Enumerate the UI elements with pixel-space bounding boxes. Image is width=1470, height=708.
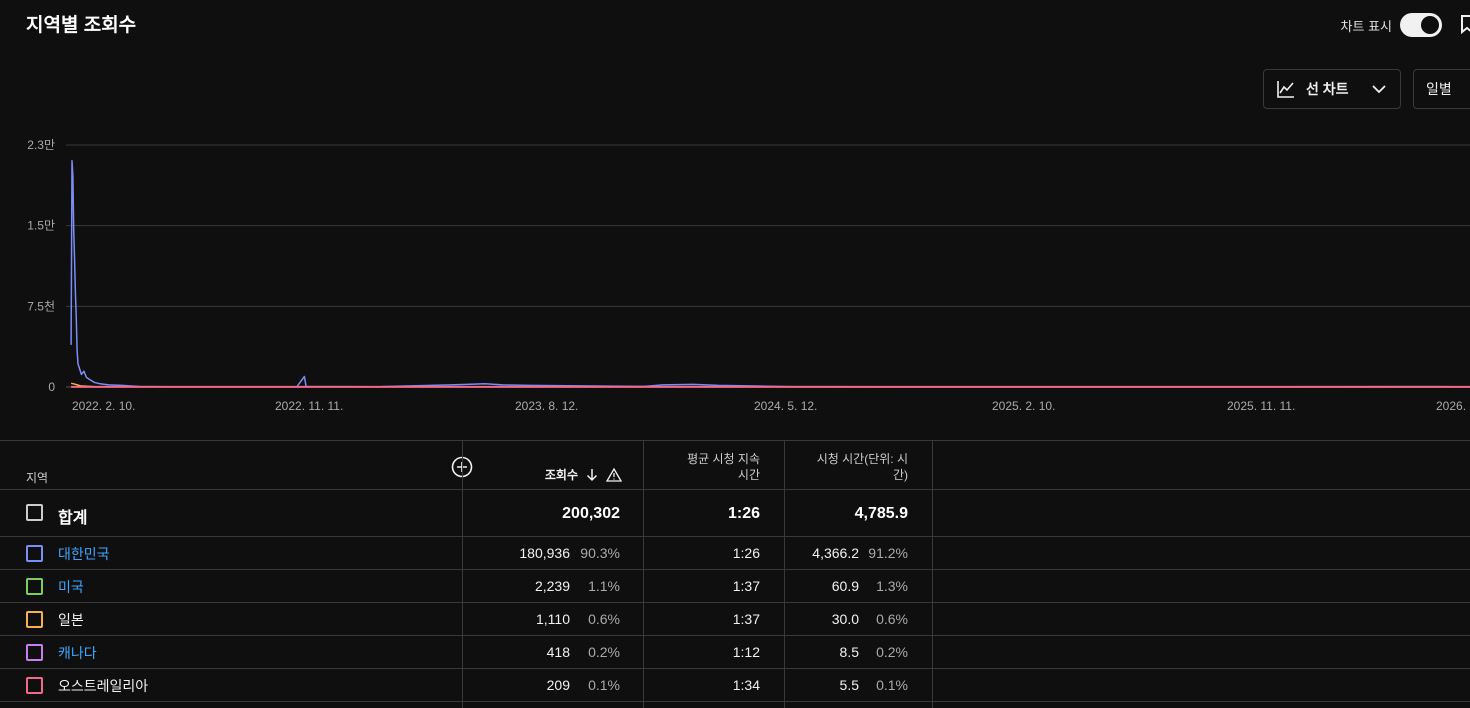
watch-time-percent: 1.3% xyxy=(876,578,908,594)
column-divider xyxy=(784,440,785,708)
row-checkbox[interactable] xyxy=(26,611,43,628)
total-label: 합계 xyxy=(58,510,88,527)
x-tick-label: 2025. 2. 10. xyxy=(992,399,1055,413)
avg-duration-value: 1:12 xyxy=(732,644,760,660)
period-label: 일별 xyxy=(1426,81,1452,97)
toggle-knob xyxy=(1421,16,1439,34)
table-row: 대한민국 180,936 90.3% 1:26 4,366.2 91.2% xyxy=(0,537,1470,570)
watch-time-header-line2: 간) xyxy=(892,468,908,482)
flag-icon[interactable] xyxy=(1460,14,1470,36)
avg-duration-value: 1:37 xyxy=(732,611,760,627)
column-divider xyxy=(462,440,463,708)
watch-time-value: 4,366.2 xyxy=(812,545,859,561)
x-tick-label: 2022. 2. 10. xyxy=(72,399,135,413)
row-checkbox[interactable] xyxy=(26,677,43,694)
x-tick-label: 2022. 11. 11. xyxy=(275,399,343,413)
column-header-region: 지역 xyxy=(26,471,49,485)
x-tick-label: 2025. 11. 11. xyxy=(1227,399,1295,413)
series-line-대한민국 xyxy=(70,160,1470,388)
views-percent: 0.2% xyxy=(588,644,620,660)
watch-time-value: 30.0 xyxy=(831,611,859,627)
views-value: 2,239 xyxy=(534,578,570,594)
chevron-down-icon xyxy=(1372,85,1386,94)
x-tick-label: 2026. 8 xyxy=(1436,399,1470,413)
column-divider xyxy=(643,440,644,708)
region-name: 오스트레일리아 xyxy=(58,678,149,694)
avg-duration-value: 1:37 xyxy=(732,578,760,594)
region-name: 일본 xyxy=(58,612,84,628)
total-watch-time: 4,785.9 xyxy=(854,505,908,522)
arrow-down-icon xyxy=(586,469,598,482)
views-value: 209 xyxy=(546,677,570,693)
line-chart: 0 7.5천 1.5만 2.3만 2022. 2. 10. 2022. 11. 11. 20… xyxy=(27,138,1470,413)
watch-time-percent: 0.6% xyxy=(876,611,908,627)
watch-time-percent: 91.2% xyxy=(868,545,908,561)
watch-time-value: 8.5 xyxy=(839,644,859,660)
warning-icon[interactable] xyxy=(606,468,622,482)
avg-duration-header-line2: 시간 xyxy=(737,468,760,482)
chart-type-dropdown[interactable]: 선 차트 xyxy=(1263,69,1401,109)
table-row: 미국 2,239 1.1% 1:37 60.9 1.3% xyxy=(0,570,1470,603)
period-dropdown[interactable]: 일별 xyxy=(1413,69,1470,109)
views-value: 1,110 xyxy=(536,611,570,627)
chart-type-label: 선 차트 xyxy=(1306,81,1349,97)
total-avg-duration: 1:26 xyxy=(727,505,760,522)
chart-toggle-switch[interactable] xyxy=(1400,13,1442,37)
page-title: 지역별 조회수 xyxy=(26,15,137,36)
y-tick-label: 1.5만 xyxy=(27,219,55,233)
region-name[interactable]: 대한민국 xyxy=(58,544,110,564)
views-percent: 90.3% xyxy=(580,545,620,561)
table-row: 캐나다 418 0.2% 1:12 8.5 0.2% xyxy=(0,636,1470,669)
total-row: 합계 200,302 1:26 4,785.9 xyxy=(0,490,1470,537)
watch-time-value: 60.9 xyxy=(831,578,859,594)
avg-duration-value: 1:34 xyxy=(732,677,760,693)
views-percent: 0.1% xyxy=(588,677,620,693)
views-percent: 0.6% xyxy=(588,611,620,627)
table-header: 지역 조회수 평균 시청 지속 시간 시청 시간(단위: 시 간) xyxy=(0,440,1470,490)
watch-time-percent: 0.1% xyxy=(876,677,908,693)
column-header-avg-duration[interactable]: 평균 시청 지속 시간 xyxy=(650,451,760,483)
row-checkbox[interactable] xyxy=(26,545,43,562)
column-header-watch-time[interactable]: 시청 시간(단위: 시 간) xyxy=(790,451,908,483)
watch-time-header-line1: 시청 시간(단위: 시 xyxy=(816,452,908,466)
x-tick-label: 2023. 8. 12. xyxy=(515,399,578,413)
column-header-views[interactable]: 조회수 xyxy=(480,467,622,483)
y-tick-label: 2.3만 xyxy=(27,138,55,152)
table-row: 일본 1,110 0.6% 1:37 30.0 0.6% xyxy=(0,603,1470,636)
watch-time-value: 5.5 xyxy=(839,677,859,693)
total-views: 200,302 xyxy=(562,505,620,522)
table-row: 오스트레일리아 209 0.1% 1:34 5.5 0.1% xyxy=(0,669,1470,702)
row-checkbox[interactable] xyxy=(26,644,43,661)
views-header-label: 조회수 xyxy=(544,468,578,482)
views-percent: 1.1% xyxy=(588,578,620,594)
views-value: 180,936 xyxy=(519,545,570,561)
avg-duration-value: 1:26 xyxy=(732,545,760,561)
column-divider xyxy=(932,440,933,708)
avg-duration-header-line1: 평균 시청 지속 xyxy=(687,452,760,466)
y-tick-label: 7.5천 xyxy=(27,298,55,313)
chart-toggle-label: 차트 표시 xyxy=(1340,19,1392,34)
y-tick-label: 0 xyxy=(48,380,55,394)
total-checkbox[interactable] xyxy=(26,504,43,521)
watch-time-percent: 0.2% xyxy=(876,644,908,660)
views-value: 418 xyxy=(546,644,570,660)
line-chart-icon xyxy=(1277,81,1294,98)
x-tick-label: 2024. 5. 12. xyxy=(754,399,817,413)
region-name[interactable]: 미국 xyxy=(58,577,84,597)
row-checkbox[interactable] xyxy=(26,578,43,595)
region-name[interactable]: 캐나다 xyxy=(58,643,97,663)
